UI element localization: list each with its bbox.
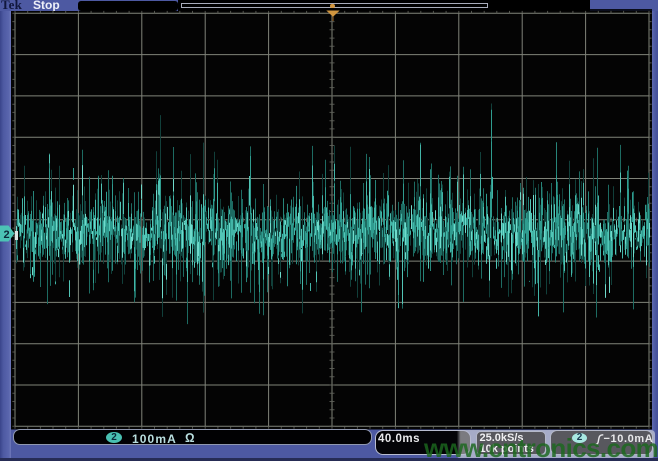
svg-text:2: 2 [4, 229, 10, 241]
